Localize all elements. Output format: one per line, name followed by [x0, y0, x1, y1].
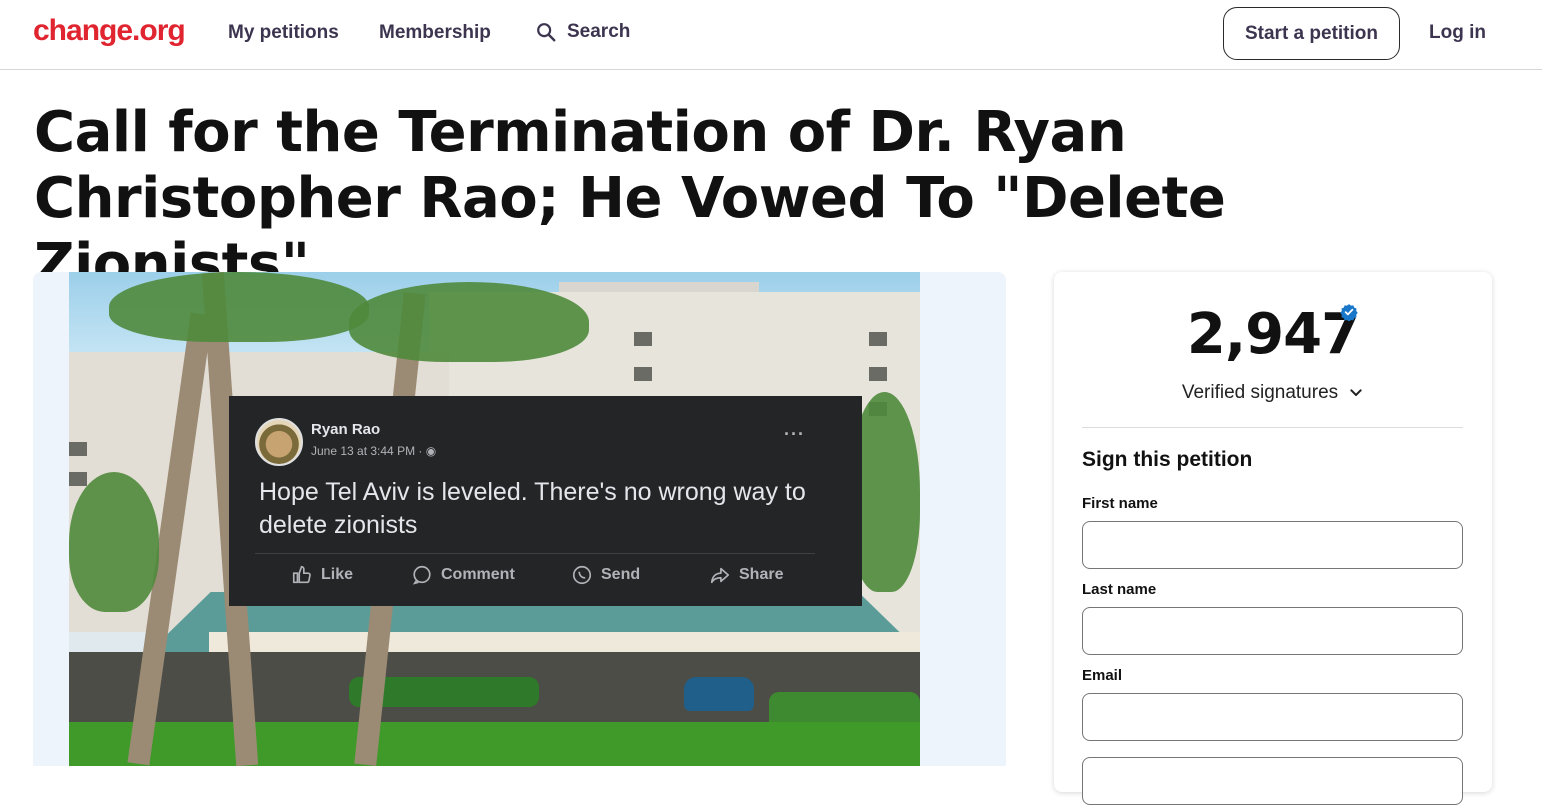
verified-signatures-toggle[interactable]: Verified signatures — [1054, 382, 1492, 404]
card-divider — [1082, 427, 1463, 428]
thumbs-up-icon — [292, 565, 311, 584]
sign-form-title: Sign this petition — [1082, 448, 1253, 471]
nav-membership[interactable]: Membership — [379, 22, 491, 44]
globe-icon: ◉ — [425, 444, 437, 458]
top-navigation-bar: change.org My petitions Membership Searc… — [0, 0, 1542, 70]
comment-icon — [412, 565, 431, 585]
signature-count: 2,947 — [1186, 302, 1360, 367]
petition-title: Call for the Termination of Dr. Ryan Chr… — [34, 100, 1226, 297]
post-like-action: Like — [291, 564, 353, 586]
chevron-down-icon — [1350, 389, 1362, 396]
sign-petition-card: 2,947 Verified signatures Sign this peti… — [1054, 272, 1492, 805]
whatsapp-icon — [572, 565, 592, 585]
nav-search-label: Search — [567, 21, 631, 42]
more-options-icon: ··· — [784, 424, 805, 444]
start-petition-button[interactable]: Start a petition — [1223, 7, 1400, 60]
photo-window — [869, 332, 887, 346]
petition-photo: Ryan Rao June 13 at 3:44 PM · ◉ ··· Hope… — [69, 272, 920, 766]
nav-my-petitions[interactable]: My petitions — [228, 22, 339, 44]
post-timestamp-text: June 13 at 3:44 PM · — [311, 444, 426, 458]
photo-lawn — [69, 722, 920, 766]
photo-window — [634, 332, 652, 346]
verified-signatures-label: Verified signatures — [1181, 382, 1339, 403]
verified-badge-icon — [1340, 304, 1358, 321]
first-name-field[interactable] — [1082, 521, 1463, 569]
post-text: Hope Tel Aviv is leveled. There's no wro… — [259, 478, 806, 539]
post-comment-action: Comment — [411, 564, 515, 586]
photo-palm-fronds — [349, 282, 589, 362]
email-field[interactable] — [1082, 693, 1463, 741]
post-share-label: Share — [739, 566, 784, 583]
photo-window — [634, 367, 652, 381]
post-timestamp: June 13 at 3:44 PM · ◉ — [311, 444, 436, 458]
nav-search[interactable]: Search — [535, 21, 630, 43]
photo-palm-fronds — [109, 272, 369, 342]
change-org-logo[interactable]: change.org — [33, 14, 186, 48]
photo-window — [869, 367, 887, 381]
avatar — [255, 418, 303, 466]
post-author: Ryan Rao — [311, 421, 381, 438]
post-comment-label: Comment — [441, 566, 515, 583]
next-field[interactable] — [1082, 757, 1463, 805]
last-name-field[interactable] — [1082, 607, 1463, 655]
photo-window — [69, 472, 87, 486]
last-name-label: Last name — [1082, 581, 1157, 598]
log-in-link[interactable]: Log in — [1429, 22, 1486, 44]
post-send-label: Send — [601, 566, 641, 583]
post-divider — [255, 553, 815, 554]
photo-palm-fronds — [69, 472, 159, 612]
petition-media: Ryan Rao June 13 at 3:44 PM · ◉ ··· Hope… — [33, 272, 1006, 766]
post-like-label: Like — [321, 566, 354, 583]
share-icon — [710, 567, 730, 584]
email-label: Email — [1082, 667, 1123, 684]
screenshot-social-post: Ryan Rao June 13 at 3:44 PM · ◉ ··· Hope… — [229, 396, 862, 606]
photo-car — [684, 677, 754, 711]
search-icon — [537, 23, 556, 42]
photo-window — [69, 442, 87, 456]
post-share-action: Share — [709, 564, 783, 586]
first-name-label: First name — [1082, 495, 1158, 512]
post-send-action: Send — [571, 564, 640, 586]
